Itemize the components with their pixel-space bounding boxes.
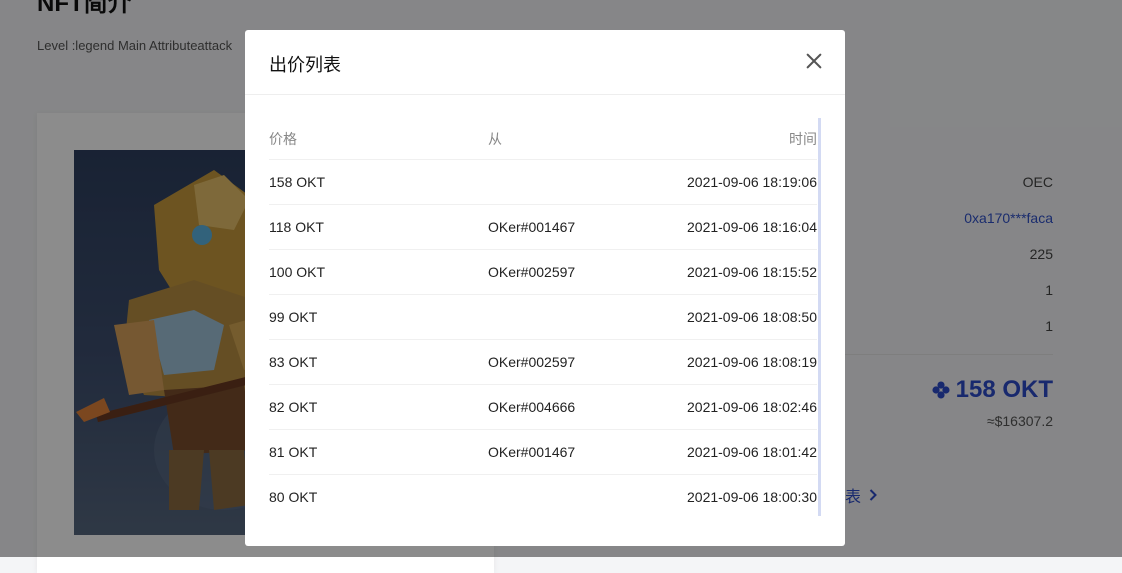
cell-time: 2021-09-06 18:19:06 [687, 174, 817, 190]
bid-list-modal: 出价列表 价格 从 时间 158 OKT 2021-09-06 18:19:06 1… [245, 30, 845, 546]
table-row: 118 OKT OKer#001467 2021-09-06 18:16:04 [269, 205, 817, 250]
cell-price: 80 OKT [269, 489, 318, 505]
table-row: 99 OKT 2021-09-06 18:08:50 [269, 295, 817, 340]
cell-price: 118 OKT [269, 219, 324, 235]
table-row: 80 OKT 2021-09-06 18:00:30 [269, 475, 817, 518]
cell-price: 81 OKT [269, 444, 318, 460]
cell-time: 2021-09-06 18:08:50 [687, 309, 817, 325]
table-header: 价格 从 时间 [269, 118, 817, 160]
cell-time: 2021-09-06 18:02:46 [687, 399, 817, 415]
cell-price: 83 OKT [269, 354, 318, 370]
cell-time: 2021-09-06 18:15:52 [687, 264, 817, 280]
cell-from: OKer#002597 [488, 354, 576, 370]
bid-table: 价格 从 时间 158 OKT 2021-09-06 18:19:06 118 OK… [269, 118, 820, 518]
cell-from: OKer#004666 [488, 399, 576, 415]
cell-price: 99 OKT [269, 309, 318, 325]
cell-from: OKer#002597 [488, 264, 576, 280]
header-price: 价格 [269, 130, 297, 147]
modal-header: 出价列表 [245, 30, 845, 95]
cell-time: 2021-09-06 18:01:42 [687, 444, 817, 460]
scrollbar-thumb[interactable] [818, 118, 821, 516]
cell-price: 82 OKT [269, 399, 318, 415]
cell-price: 100 OKT [269, 264, 326, 280]
table-row: 158 OKT 2021-09-06 18:19:06 [269, 160, 817, 205]
table-row: 100 OKT OKer#002597 2021-09-06 18:15:52 [269, 250, 817, 295]
modal-title: 出价列表 [269, 55, 341, 75]
table-row: 83 OKT OKer#002597 2021-09-06 18:08:19 [269, 340, 817, 385]
cell-from: OKer#001467 [488, 219, 576, 235]
scrollbar[interactable] [818, 118, 821, 516]
cell-price: 158 OKT [269, 174, 326, 190]
table-row: 81 OKT OKer#001467 2021-09-06 18:01:42 [269, 430, 817, 475]
cell-time: 2021-09-06 18:00:30 [687, 489, 817, 505]
cell-from: OKer#001467 [488, 444, 576, 460]
close-icon[interactable] [805, 52, 823, 70]
cell-time: 2021-09-06 18:16:04 [687, 219, 817, 235]
table-body: 158 OKT 2021-09-06 18:19:06 118 OKT OKer#00… [269, 160, 820, 518]
table-row: 82 OKT OKer#004666 2021-09-06 18:02:46 [269, 385, 817, 430]
cell-time: 2021-09-06 18:08:19 [687, 354, 817, 370]
header-time: 时间 [789, 130, 817, 147]
header-from: 从 [488, 130, 502, 147]
